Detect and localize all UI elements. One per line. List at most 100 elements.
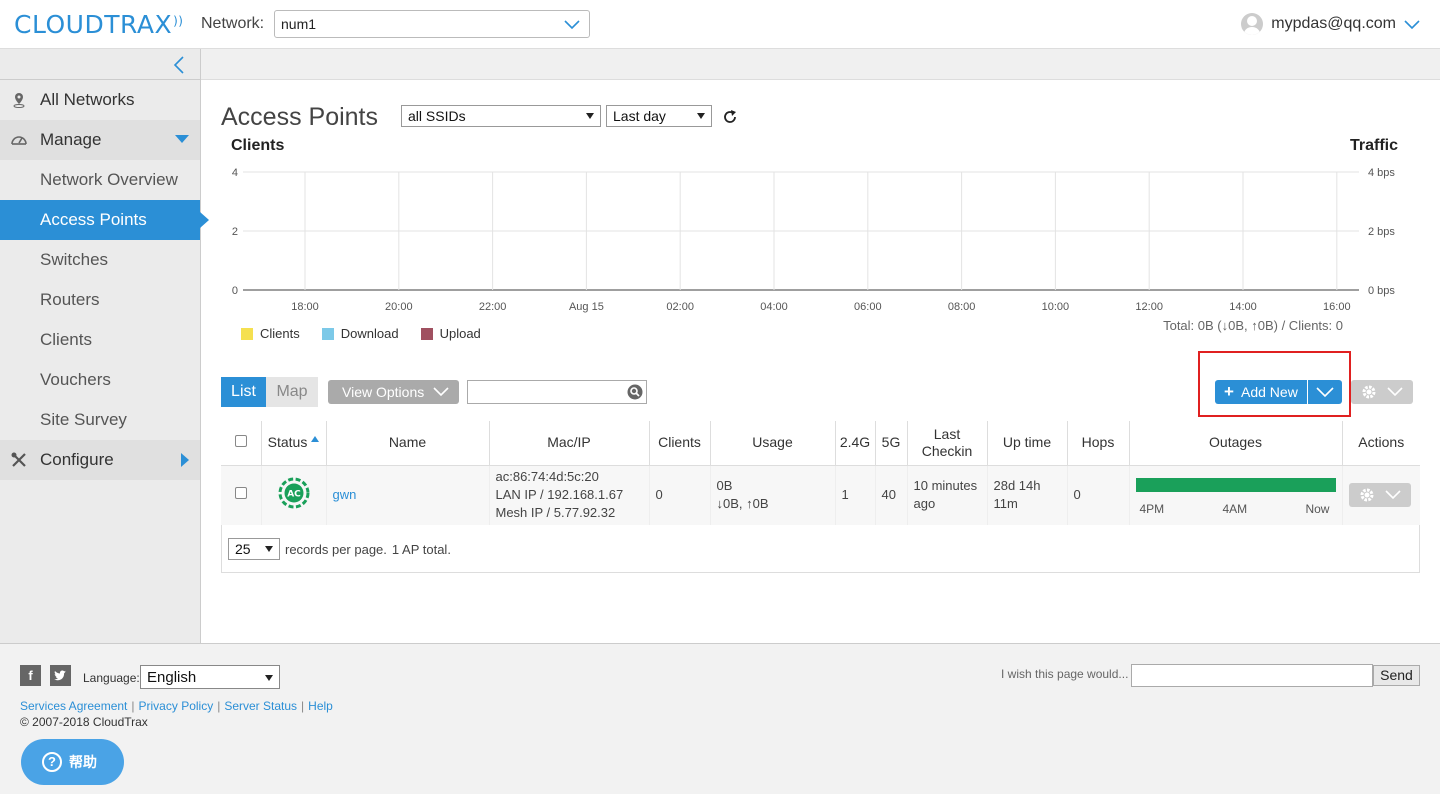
feedback-input[interactable] bbox=[1131, 664, 1373, 687]
chart-svg: Clients Traffic 4 4 bps 2 2 bps 0 0 bps 18:00 20:… bbox=[231, 137, 1398, 313]
sidebar-item-routers[interactable]: Routers bbox=[0, 280, 200, 320]
help-link[interactable]: Help bbox=[308, 699, 333, 713]
uptime-cell: 28d 14h 11m bbox=[987, 465, 1068, 525]
chevron-left-icon[interactable] bbox=[173, 56, 185, 74]
settings-menu-button[interactable] bbox=[1351, 380, 1413, 404]
sidebar-item-vouchers[interactable]: Vouchers bbox=[0, 360, 200, 400]
row-select-cell bbox=[221, 465, 262, 525]
language-select-value: English bbox=[147, 669, 197, 686]
usage-cell: 0B ↓0B, ↑0B bbox=[710, 465, 836, 525]
twitter-icon[interactable] bbox=[50, 665, 71, 686]
legend-label: Clients bbox=[260, 326, 300, 341]
select-all-checkbox[interactable] bbox=[234, 435, 247, 448]
usage-detail: ↓0B, ↑0B bbox=[716, 496, 769, 512]
view-options-button[interactable]: View Options bbox=[328, 380, 459, 404]
sidebar-item-site-survey[interactable]: Site Survey bbox=[0, 400, 200, 440]
sidebar-item-label: Manage bbox=[40, 130, 102, 149]
outage-label: 4AM bbox=[1222, 502, 1248, 517]
chart-x-tick: 10:00 bbox=[1042, 301, 1070, 313]
help-float-button[interactable]: ? 帮助 bbox=[21, 739, 124, 785]
search-icon bbox=[627, 384, 643, 400]
privacy-policy-link[interactable]: Privacy Policy bbox=[139, 699, 214, 713]
outage-label: Now bbox=[1305, 502, 1330, 517]
cloudtrax-logo[interactable]: CLOUDTRAX)) bbox=[14, 10, 183, 39]
question-circle-icon: ? bbox=[42, 752, 62, 772]
records-per-page-select[interactable]: 25 bbox=[228, 538, 280, 560]
chart-legend: Clients Download Upload bbox=[241, 326, 481, 341]
col-header-outages[interactable]: Outages bbox=[1129, 421, 1343, 466]
ap-mesh-ip: Mesh IP / 5.77.92.32 bbox=[495, 505, 616, 521]
outage-label: 4PM bbox=[1139, 502, 1165, 517]
language-select[interactable]: English bbox=[140, 665, 280, 689]
chart-y-left-tick: 0 bbox=[232, 285, 238, 297]
network-select[interactable]: num1 bbox=[274, 10, 590, 38]
sidebar-item-access-points[interactable]: Access Points bbox=[0, 200, 209, 240]
legend-item-upload[interactable]: Upload bbox=[420, 326, 481, 341]
col-header-status[interactable]: Status bbox=[261, 421, 327, 466]
row-actions-button[interactable] bbox=[1348, 483, 1411, 508]
ap-online-status-icon: AC bbox=[278, 477, 309, 509]
hops-cell: 0 bbox=[1067, 465, 1130, 525]
help-button-label: 帮助 bbox=[69, 754, 97, 770]
page-title: Access Points bbox=[221, 103, 379, 131]
legend-swatch bbox=[420, 327, 433, 340]
facebook-icon[interactable]: f bbox=[20, 665, 41, 686]
dashboard-gauge-icon bbox=[11, 136, 27, 145]
search-input[interactable] bbox=[467, 380, 647, 404]
sidebar-item-label: All Networks bbox=[40, 90, 135, 109]
sidebar-item-all-networks[interactable]: All Networks bbox=[0, 80, 200, 120]
col-header-clients[interactable]: Clients bbox=[649, 421, 711, 466]
traffic-totals: Total: 0B (↓0B, ↑0B) / Clients: 0 bbox=[1163, 318, 1343, 333]
time-range-select[interactable]: Last day bbox=[606, 105, 712, 127]
refresh-icon[interactable] bbox=[722, 109, 738, 125]
legend-item-download[interactable]: Download bbox=[321, 326, 399, 341]
pagination-bar: 25 records per page. 1 AP total. bbox=[228, 538, 451, 560]
sidebar-item-configure[interactable]: Configure bbox=[0, 440, 200, 480]
records-per-page-label: records per page. bbox=[285, 541, 387, 557]
legend-item-clients[interactable]: Clients bbox=[241, 326, 300, 341]
col-header-hops[interactable]: Hops bbox=[1067, 421, 1130, 466]
services-agreement-link[interactable]: Services Agreement bbox=[20, 699, 127, 713]
tab-map[interactable]: Map bbox=[266, 377, 318, 407]
server-status-link[interactable]: Server Status bbox=[224, 699, 297, 713]
send-feedback-button[interactable]: Send bbox=[1373, 665, 1420, 686]
user-menu[interactable]: mypdas@qq.com bbox=[1241, 12, 1420, 36]
highlight-annotation-box bbox=[1198, 351, 1351, 417]
last-checkin-cell: 10 minutes ago bbox=[907, 465, 988, 525]
table-row[interactable]: AC gwn ac:86:74:4d:5c:20 LAN IP / 192.16… bbox=[221, 465, 1420, 525]
svg-text:AC: AC bbox=[287, 489, 301, 499]
sidebar-item-switches[interactable]: Switches bbox=[0, 240, 200, 280]
sidebar-item-manage[interactable]: Manage bbox=[0, 120, 200, 160]
col-header-name[interactable]: Name bbox=[326, 421, 490, 466]
usage-total: 0B bbox=[716, 478, 733, 494]
twitter-bird-glyph bbox=[54, 670, 66, 681]
caret-down-icon bbox=[175, 135, 189, 143]
sidebar-item-network-overview[interactable]: Network Overview bbox=[0, 160, 200, 200]
footer: f Language: English Services Agreement | P… bbox=[0, 643, 1440, 794]
row-checkbox[interactable] bbox=[234, 487, 247, 500]
sidebar-item-clients[interactable]: Clients bbox=[0, 320, 200, 360]
col-header-last-checkin[interactable]: Last Checkin bbox=[907, 421, 988, 466]
status-cell: AC bbox=[261, 465, 327, 525]
actions-cell bbox=[1342, 465, 1420, 525]
col-header-5g[interactable]: 5G bbox=[875, 421, 908, 466]
col-header-mac-ip[interactable]: Mac/IP bbox=[489, 421, 650, 466]
col-header-uptime[interactable]: Up time bbox=[987, 421, 1068, 466]
caret-down-icon bbox=[265, 675, 273, 681]
ssid-filter-select[interactable]: all SSIDs bbox=[401, 105, 601, 127]
mac-ip-cell: ac:86:74:4d:5c:20 LAN IP / 192.168.1.67 … bbox=[489, 465, 650, 525]
chart-x-tick: 16:00 bbox=[1323, 301, 1351, 313]
chart-right-label: Traffic bbox=[1350, 137, 1398, 154]
tab-list[interactable]: List bbox=[221, 377, 266, 407]
col-header-24g[interactable]: 2.4G bbox=[835, 421, 876, 466]
chevron-down-icon bbox=[1384, 490, 1401, 500]
ap-name-link[interactable]: gwn bbox=[333, 487, 357, 502]
caret-down-icon bbox=[586, 113, 594, 119]
outage-time-labels: 4PM 4AM Now bbox=[1140, 500, 1330, 518]
link-separator: | bbox=[217, 699, 221, 713]
total-count-label: 1 AP total. bbox=[391, 541, 451, 557]
feedback-label: I wish this page would... bbox=[1001, 667, 1129, 681]
outage-timeline-bar[interactable] bbox=[1135, 478, 1336, 493]
channel-24g-cell: 1 bbox=[835, 465, 876, 525]
col-header-usage[interactable]: Usage bbox=[710, 421, 836, 466]
